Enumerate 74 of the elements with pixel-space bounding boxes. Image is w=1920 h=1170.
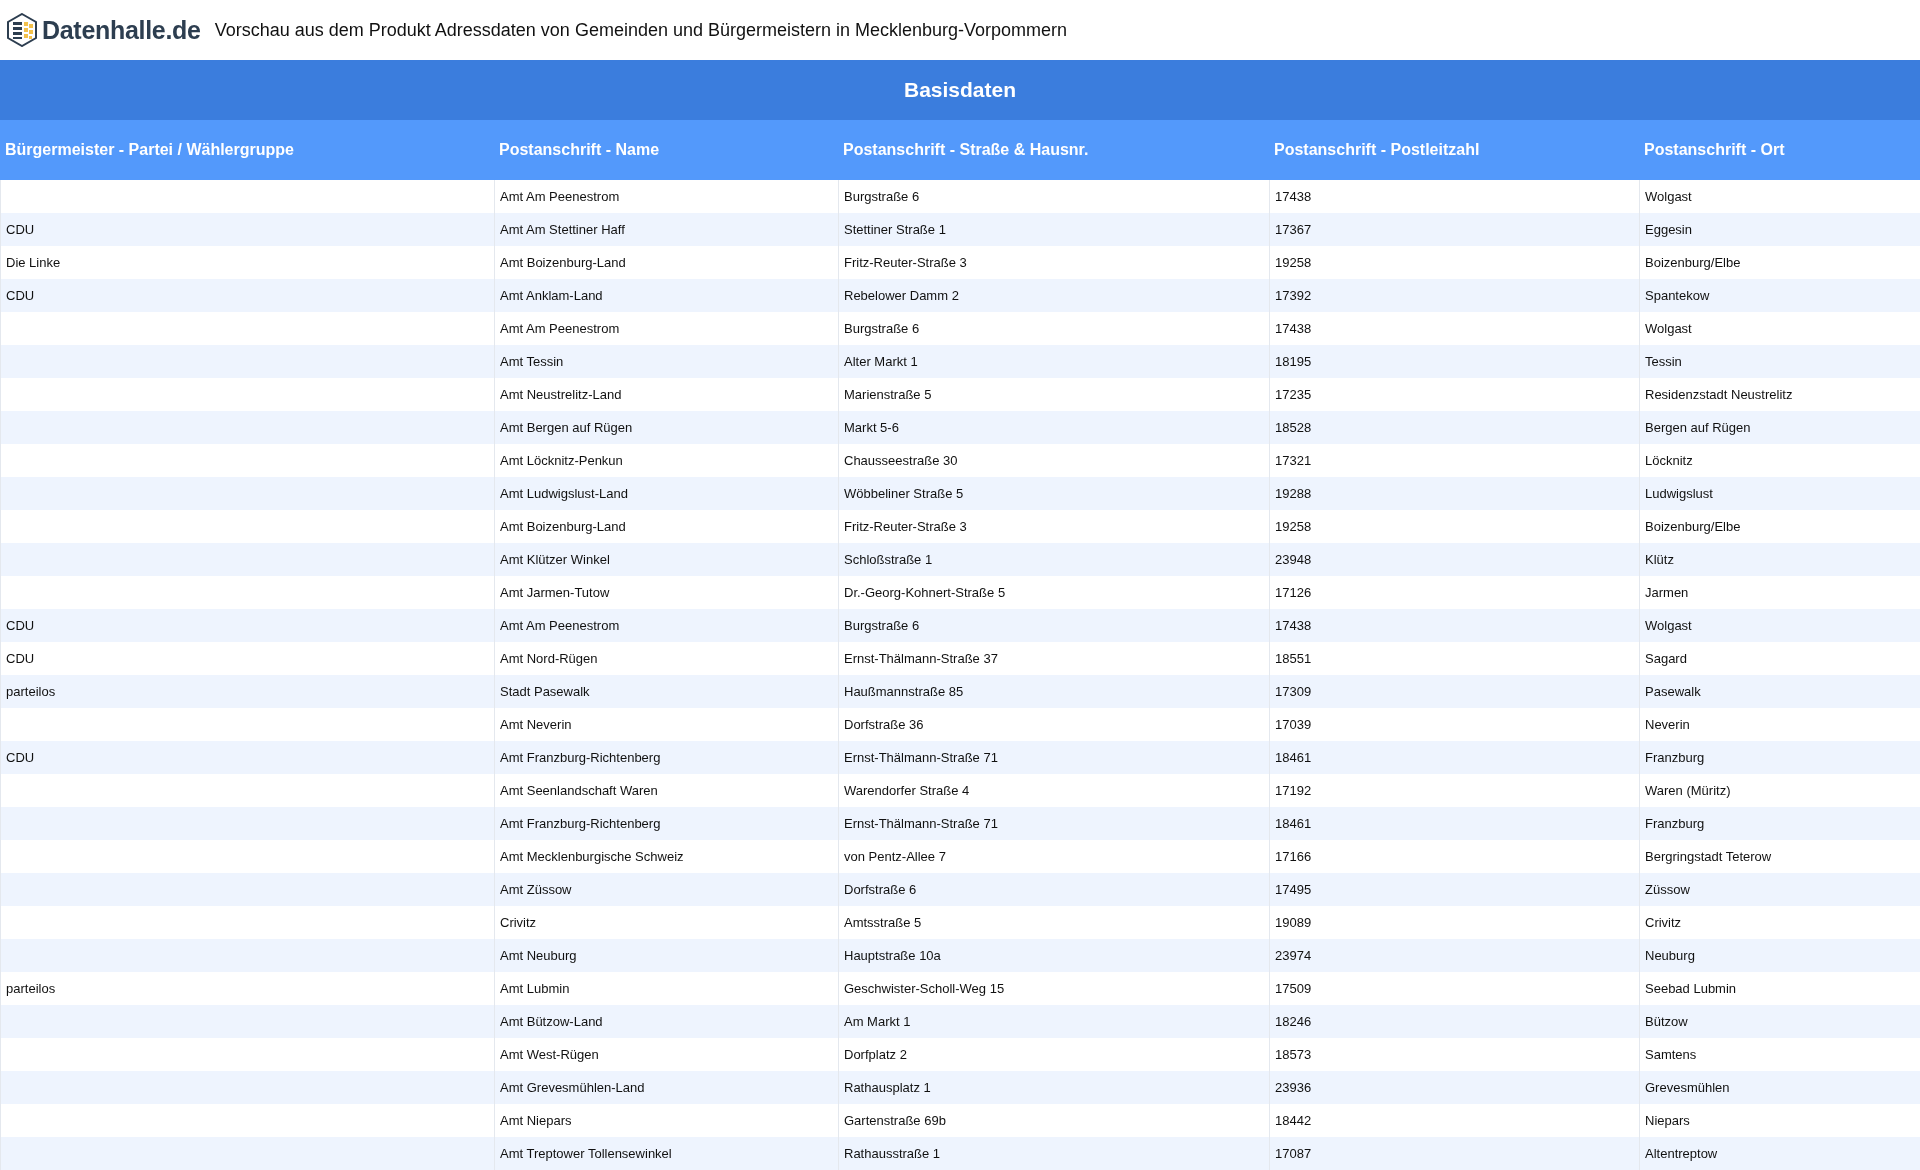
- table-cell: 18246: [1269, 1005, 1639, 1038]
- table-cell: Wolgast: [1639, 609, 1920, 642]
- table-cell: 17367: [1269, 213, 1639, 246]
- table-cell: Züssow: [1639, 873, 1920, 906]
- table-cell: Tessin: [1639, 345, 1920, 378]
- table-cell: Wöbbeliner Straße 5: [838, 477, 1269, 510]
- table-cell: Alter Markt 1: [838, 345, 1269, 378]
- table-cell: Amt Franzburg-Richtenberg: [494, 741, 838, 774]
- table-cell: Amt Züssow: [494, 873, 838, 906]
- table-cell: Am Markt 1: [838, 1005, 1269, 1038]
- table-cell: 17495: [1269, 873, 1639, 906]
- column-header: Postanschrift - Name: [494, 120, 838, 180]
- table-cell: 18461: [1269, 741, 1639, 774]
- table-cell: CDU: [0, 213, 494, 246]
- table-cell: Amt Bützow-Land: [494, 1005, 838, 1038]
- table-cell: Grevesmühlen: [1639, 1071, 1920, 1104]
- table-cell: Burgstraße 6: [838, 609, 1269, 642]
- table-cell: Ernst-Thälmann-Straße 71: [838, 807, 1269, 840]
- table-cell: 17087: [1269, 1137, 1639, 1170]
- table-cell: Neuburg: [1639, 939, 1920, 972]
- table-cell: 17392: [1269, 279, 1639, 312]
- table-cell: Franzburg: [1639, 741, 1920, 774]
- table-cell: 19288: [1269, 477, 1639, 510]
- table-cell: 18528: [1269, 411, 1639, 444]
- table-cell: Bergen auf Rügen: [1639, 411, 1920, 444]
- table-cell: Amt Neuburg: [494, 939, 838, 972]
- logo-icon: [6, 13, 38, 47]
- column-header: Postanschrift - Straße & Hausnr.: [838, 120, 1269, 180]
- page-title: Vorschau aus dem Produkt Adressdaten von Gemeinden und Bürgermeistern in Mecklenburg-Vorpommern: [214, 19, 1068, 41]
- table-cell: Amt Franzburg-Richtenberg: [494, 807, 838, 840]
- table-cell: Rathausplatz 1: [838, 1071, 1269, 1104]
- table-cell: Amt Grevesmühlen-Land: [494, 1071, 838, 1104]
- table-cell: Amt Ludwigslust-Land: [494, 477, 838, 510]
- table-group-title: Basisdaten: [0, 60, 1920, 120]
- table-cell: Markt 5-6: [838, 411, 1269, 444]
- column-header: Bürgermeister - Partei / Wählergruppe: [0, 120, 494, 180]
- table-cell: CDU: [0, 741, 494, 774]
- table-cell: 23974: [1269, 939, 1639, 972]
- table-cell: Klütz: [1639, 543, 1920, 576]
- table-cell: Stadt Pasewalk: [494, 675, 838, 708]
- table-cell: 23948: [1269, 543, 1639, 576]
- table-cell: Spantekow: [1639, 279, 1920, 312]
- table-cell: Dorfstraße 6: [838, 873, 1269, 906]
- table-cell: Amt Am Stettiner Haff: [494, 213, 838, 246]
- table-cell: Amt Klützer Winkel: [494, 543, 838, 576]
- table-cell: Haußmannstraße 85: [838, 675, 1269, 708]
- table-cell: Altentreptow: [1639, 1137, 1920, 1170]
- table-cell: CDU: [0, 609, 494, 642]
- table-cell: Rebelower Damm 2: [838, 279, 1269, 312]
- table-cell: Ernst-Thälmann-Straße 71: [838, 741, 1269, 774]
- table-cell: 23936: [1269, 1071, 1639, 1104]
- table-cell: 17309: [1269, 675, 1639, 708]
- table-cell: Eggesin: [1639, 213, 1920, 246]
- table-cell: Franzburg: [1639, 807, 1920, 840]
- table-cell: Amt Anklam-Land: [494, 279, 838, 312]
- table-cell: parteilos: [0, 675, 494, 708]
- table-cell: Hauptstraße 10a: [838, 939, 1269, 972]
- table-cell: 17438: [1269, 609, 1639, 642]
- table-cell: Schloßstraße 1: [838, 543, 1269, 576]
- table-cell: Rathausstraße 1: [838, 1137, 1269, 1170]
- table-cell: 18461: [1269, 807, 1639, 840]
- table-cell: Pasewalk: [1639, 675, 1920, 708]
- table-cell: Ludwigslust: [1639, 477, 1920, 510]
- table-cell: Amt Treptower Tollensewinkel: [494, 1137, 838, 1170]
- column-header: Postanschrift - Postleitzahl: [1269, 120, 1639, 180]
- table-cell: 18195: [1269, 345, 1639, 378]
- logo-text[interactable]: Datenhalle.de: [42, 15, 201, 45]
- table-cell: Bützow: [1639, 1005, 1920, 1038]
- table-cell: Amt Bergen auf Rügen: [494, 411, 838, 444]
- table-cell: Stettiner Straße 1: [838, 213, 1269, 246]
- table-cell: CDU: [0, 279, 494, 312]
- table-cell: Amt Tessin: [494, 345, 838, 378]
- table-cell: Amt Am Peenestrom: [494, 609, 838, 642]
- column-header: Postanschrift - Ort: [1639, 120, 1920, 180]
